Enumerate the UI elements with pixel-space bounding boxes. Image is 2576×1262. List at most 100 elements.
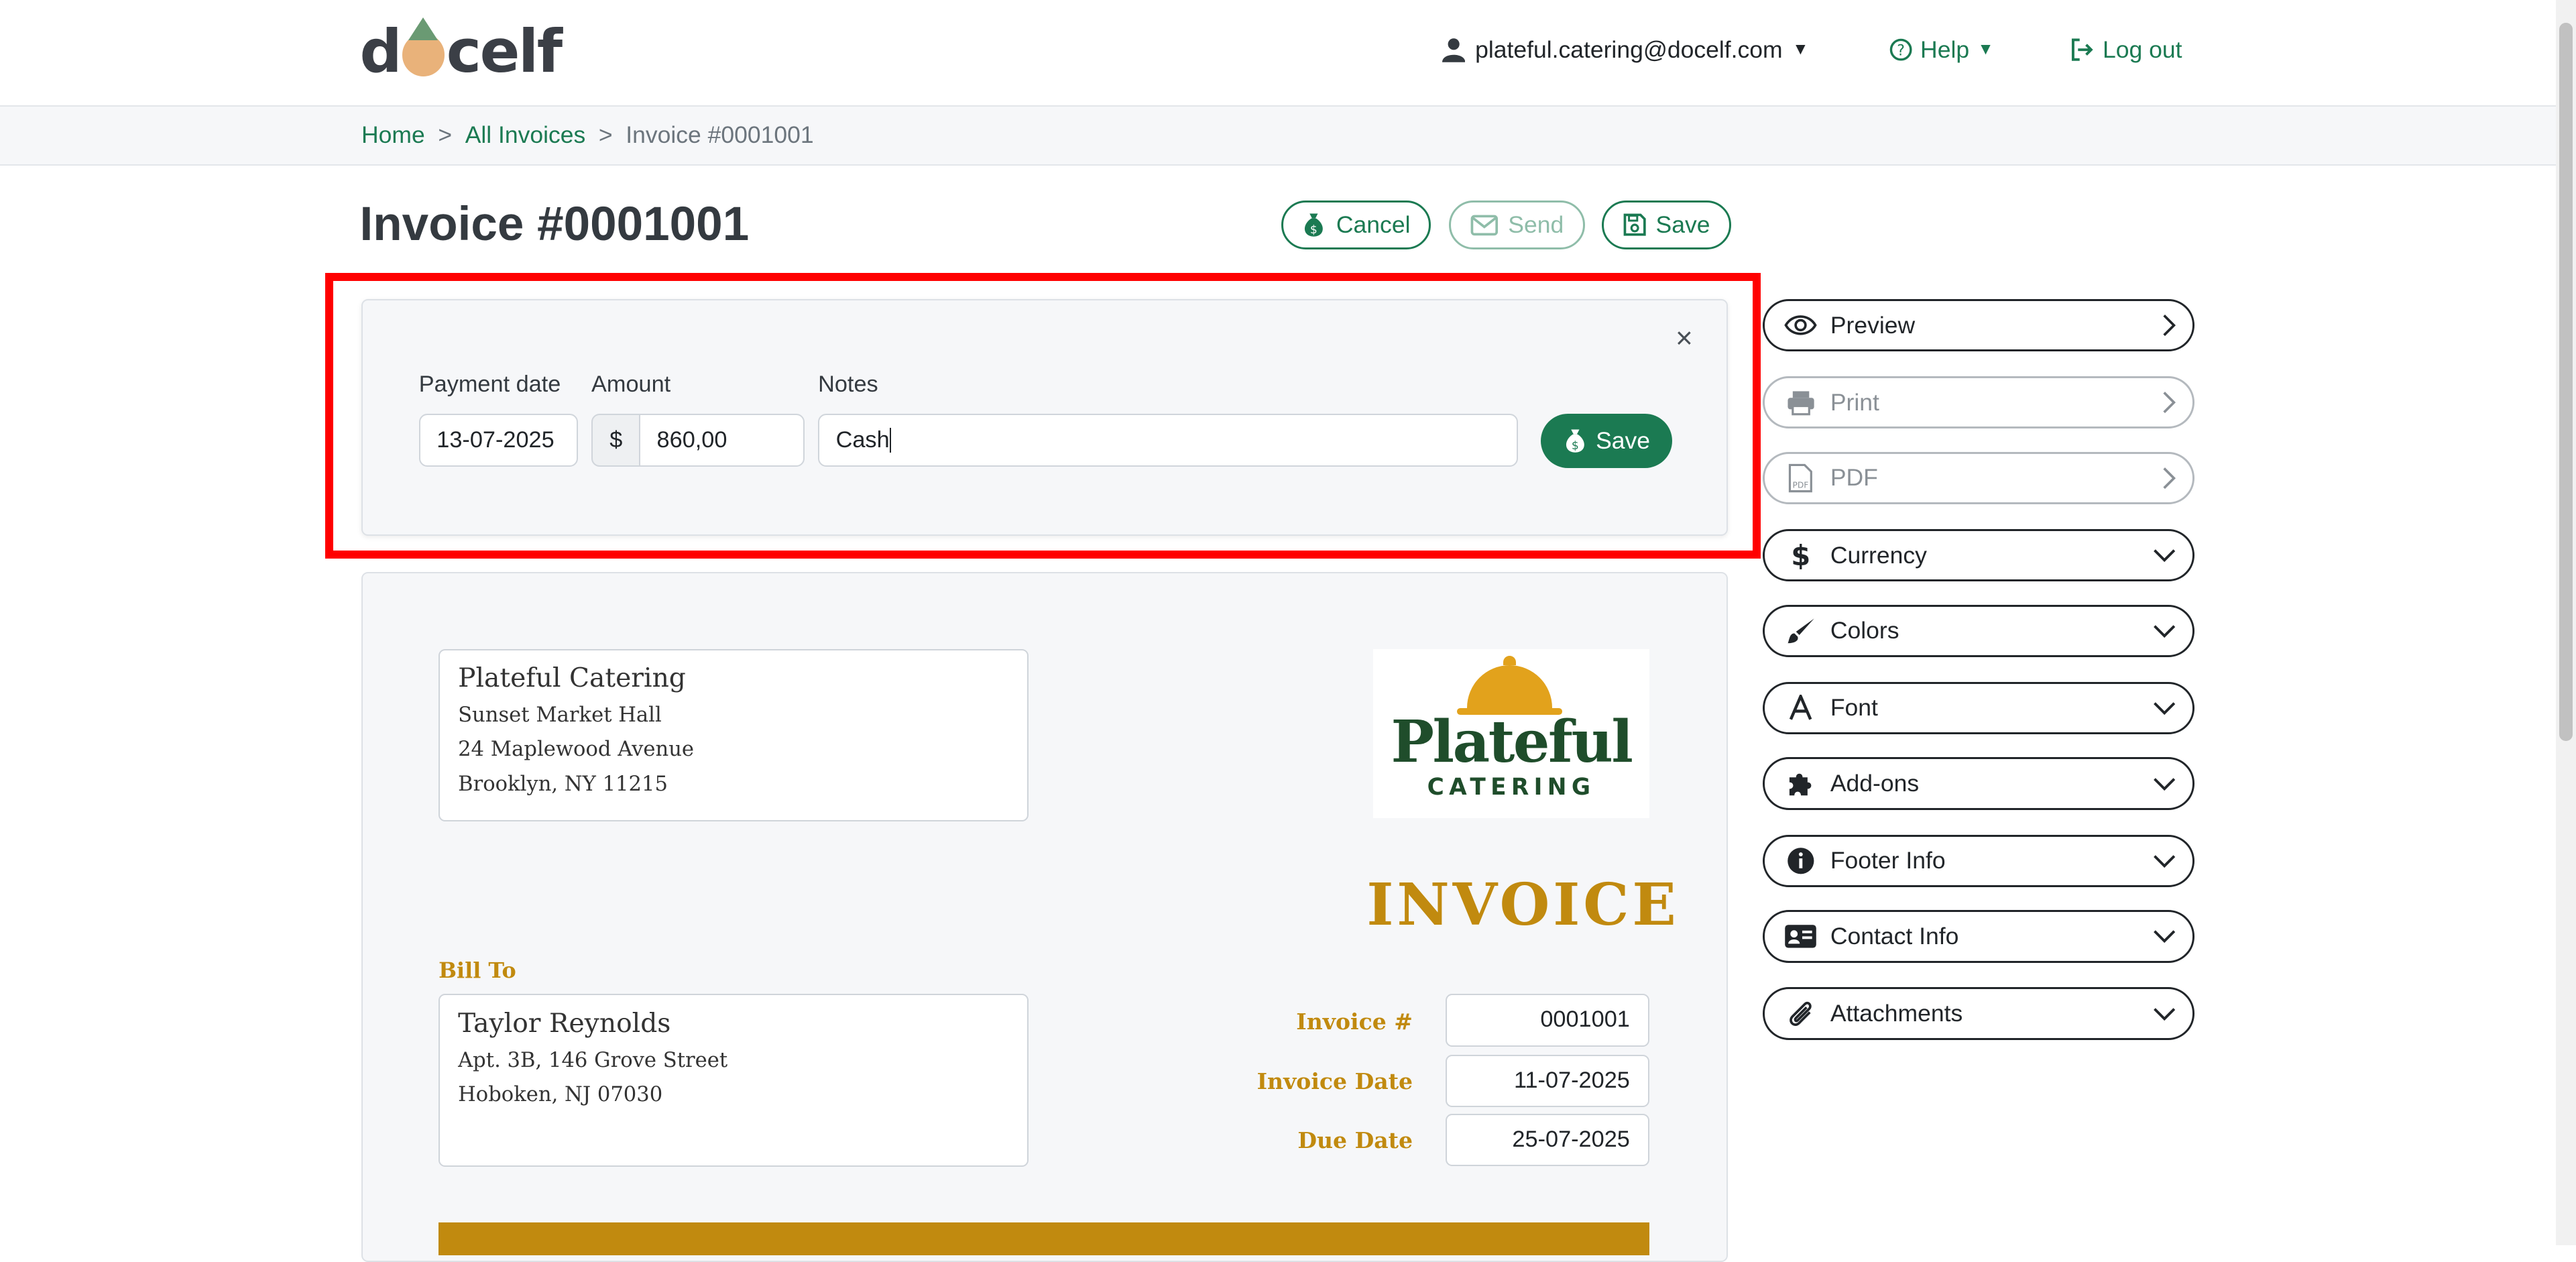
logout-label: Log out bbox=[2103, 36, 2182, 63]
svg-text:$: $ bbox=[1791, 540, 1810, 570]
invoice-date-field[interactable]: 11-07-2025 bbox=[1446, 1054, 1649, 1108]
svg-text:PDF: PDF bbox=[1793, 481, 1809, 490]
sidebar-item-colors[interactable]: Colors bbox=[1762, 604, 2195, 657]
breadcrumb: Home > All Invoices > Invoice #0001001 bbox=[361, 121, 814, 149]
sidebar-item-pdf[interactable]: PDF PDF bbox=[1762, 451, 2195, 505]
breadcrumb-all-invoices[interactable]: All Invoices bbox=[465, 121, 586, 149]
paperclip-icon bbox=[1790, 1001, 1812, 1026]
sidebar-item-label: PDF bbox=[1830, 464, 1878, 492]
sidebar-item-label: Currency bbox=[1830, 541, 1927, 569]
docelf-logo[interactable]: d celf bbox=[360, 17, 563, 86]
notes-field[interactable]: Cash bbox=[818, 414, 1518, 467]
line-items-header bbox=[438, 1222, 1649, 1255]
invoice-date-label: Invoice Date bbox=[1256, 1068, 1413, 1094]
breadcrumb-bar: Home > All Invoices > Invoice #0001001 bbox=[0, 107, 2576, 166]
cancel-label: Cancel bbox=[1336, 211, 1411, 239]
logout-icon bbox=[2071, 38, 2093, 62]
breadcrumb-separator: > bbox=[438, 121, 453, 149]
recipient-line: Hoboken, NJ 07030 bbox=[458, 1082, 663, 1106]
scrollbar-thumb[interactable] bbox=[2559, 23, 2573, 741]
invoice-number-field[interactable]: 0001001 bbox=[1446, 994, 1649, 1047]
floppy-disk-icon bbox=[1623, 214, 1646, 237]
breadcrumb-separator: > bbox=[598, 121, 613, 149]
sender-line: Brooklyn, NY 11215 bbox=[458, 772, 668, 796]
save-button[interactable]: Save bbox=[1601, 200, 1732, 250]
text-caret bbox=[889, 428, 892, 453]
chevron-right-icon bbox=[2163, 467, 2176, 489]
help-menu[interactable]: ? Help ▼ bbox=[1889, 36, 1994, 64]
chevron-down-icon bbox=[2154, 625, 2176, 638]
sender-line: Sunset Market Hall bbox=[458, 703, 662, 728]
recipient-name: Taylor Reynolds bbox=[458, 1008, 671, 1039]
due-date-label: Due Date bbox=[1297, 1127, 1413, 1153]
logout-link[interactable]: Log out bbox=[2070, 36, 2182, 64]
sidebar-item-label: Add-ons bbox=[1830, 770, 1920, 797]
amount-label: Amount bbox=[591, 371, 671, 397]
payment-date-field[interactable]: 13-07-2025 bbox=[418, 414, 579, 467]
help-label: Help bbox=[1920, 36, 1970, 63]
notes-label: Notes bbox=[818, 371, 878, 397]
company-logo[interactable]: Plateful CATERING bbox=[1373, 648, 1649, 819]
question-circle-icon: ? bbox=[1889, 38, 1912, 61]
sidebar-item-print[interactable]: Print bbox=[1762, 376, 2195, 429]
page-title: Invoice #0001001 bbox=[359, 198, 750, 251]
recipient-address-box[interactable]: Taylor Reynolds Apt. 3B, 146 Grove Stree… bbox=[438, 994, 1029, 1167]
sender-address-box[interactable]: Plateful Catering Sunset Market Hall 24 … bbox=[438, 648, 1029, 821]
currency-symbol: $ bbox=[591, 414, 641, 467]
send-label: Send bbox=[1508, 211, 1564, 239]
money-bag-icon: $ bbox=[1305, 213, 1324, 237]
chevron-down-icon bbox=[2154, 777, 2176, 791]
cloche-icon bbox=[1457, 655, 1562, 715]
id-card-icon bbox=[1785, 925, 1817, 948]
sidebar-item-add-ons[interactable]: Add-ons bbox=[1762, 757, 2195, 810]
sidebar-item-currency[interactable]: $ Currency bbox=[1762, 528, 2195, 582]
top-navbar: d celf plateful.catering@docelf.com ▼ ? H… bbox=[0, 0, 2576, 107]
user-menu[interactable]: plateful.catering@docelf.com ▼ bbox=[1442, 36, 1809, 64]
sidebar-item-label: Print bbox=[1830, 388, 1879, 416]
chevron-down-icon bbox=[2154, 549, 2176, 563]
invoice-heading: INVOICE bbox=[1366, 870, 1680, 939]
save-payment-label: Save bbox=[1596, 427, 1651, 455]
save-payment-button[interactable]: $ Save bbox=[1541, 414, 1673, 469]
svg-text:$: $ bbox=[1310, 223, 1318, 237]
send-button[interactable]: Send bbox=[1448, 200, 1586, 250]
elf-mascot-icon bbox=[402, 17, 445, 76]
save-label: Save bbox=[1655, 211, 1710, 239]
sidebar-item-label: Contact Info bbox=[1830, 922, 1959, 950]
due-date-field[interactable]: 25-07-2025 bbox=[1446, 1114, 1649, 1167]
sidebar-item-label: Footer Info bbox=[1830, 847, 1946, 874]
user-icon bbox=[1442, 38, 1466, 62]
app-root: d celf plateful.catering@docelf.com ▼ ? H… bbox=[0, 0, 2576, 1262]
sidebar-item-attachments[interactable]: Attachments bbox=[1762, 987, 2195, 1040]
invoice-number-label: Invoice # bbox=[1296, 1009, 1413, 1035]
sidebar-item-preview[interactable]: Preview bbox=[1762, 298, 2195, 352]
font-icon bbox=[1790, 695, 1812, 720]
sidebar-item-font[interactable]: Font bbox=[1762, 681, 2195, 735]
sidebar-item-footer-info[interactable]: Footer Info bbox=[1762, 834, 2195, 887]
svg-text:?: ? bbox=[1897, 43, 1905, 60]
logo-word-catering: CATERING bbox=[1427, 773, 1596, 801]
chevron-down-icon bbox=[2154, 855, 2176, 868]
breadcrumb-current: Invoice #0001001 bbox=[626, 121, 814, 149]
amount-field[interactable]: 860,00 bbox=[639, 414, 805, 467]
payment-date-label: Payment date bbox=[418, 371, 561, 397]
close-icon[interactable]: × bbox=[1676, 322, 1693, 355]
chevron-down-icon: ▼ bbox=[1977, 40, 1994, 59]
sidebar-item-label: Attachments bbox=[1830, 1000, 1963, 1027]
bill-to-label: Bill To bbox=[438, 958, 516, 984]
svg-text:$: $ bbox=[1572, 439, 1579, 453]
notes-value: Cash bbox=[835, 427, 890, 453]
sidebar-item-label: Font bbox=[1830, 694, 1878, 722]
breadcrumb-home[interactable]: Home bbox=[361, 121, 425, 149]
paintbrush-icon bbox=[1788, 618, 1814, 644]
chevron-down-icon: ▼ bbox=[1792, 40, 1809, 59]
puzzle-icon bbox=[1789, 773, 1812, 795]
chevron-down-icon bbox=[2154, 1007, 2176, 1021]
sidebar-item-contact-info[interactable]: Contact Info bbox=[1762, 910, 2195, 963]
logo-word-plateful: Plateful bbox=[1391, 707, 1633, 776]
sidebar-item-label: Colors bbox=[1830, 617, 1899, 644]
chevron-right-icon bbox=[2163, 392, 2176, 414]
cancel-button[interactable]: $ Cancel bbox=[1281, 200, 1431, 250]
money-bag-icon: $ bbox=[1566, 429, 1584, 453]
eye-icon bbox=[1784, 315, 1817, 335]
